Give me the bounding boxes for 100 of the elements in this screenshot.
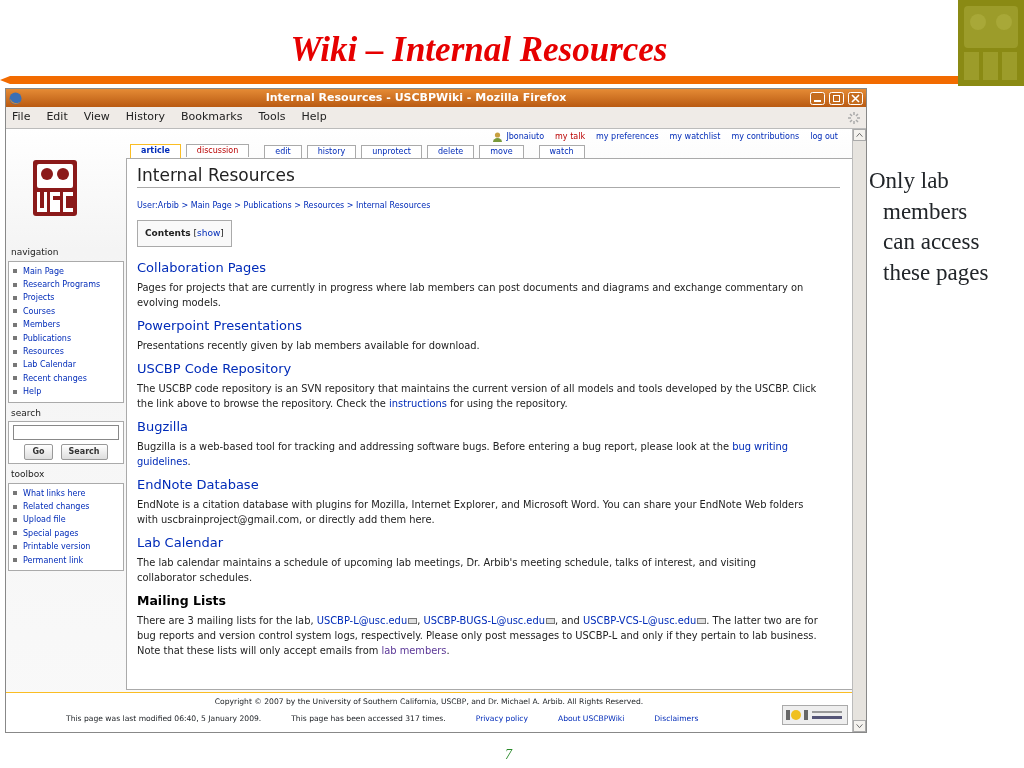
portlet-heading: toolbox — [11, 468, 46, 482]
breadcrumb-link[interactable]: User:Arbib — [137, 201, 179, 210]
personal-link[interactable]: log out — [810, 131, 838, 143]
email-link[interactable]: USCBP-L@usc.edu — [316, 615, 418, 626]
mediawiki-badge-icon[interactable] — [782, 705, 848, 725]
sidebar-link[interactable]: Permanent link — [23, 553, 84, 567]
close-icon[interactable] — [848, 91, 863, 105]
personal-link[interactable]: my preferences — [596, 131, 659, 143]
bullet-icon — [13, 336, 17, 341]
logo-icon — [958, 0, 1024, 86]
slide-title: Wiki – Internal Resources — [289, 29, 669, 67]
section-heading-link[interactable]: USCBP Code Repository — [137, 359, 840, 379]
menu-item[interactable]: Tools — [258, 109, 286, 126]
scroll-up-icon[interactable] — [853, 129, 866, 141]
go-button[interactable]: Go — [24, 444, 53, 461]
sidebar-link[interactable]: Recent changes — [23, 371, 87, 386]
tab[interactable]: history — [306, 145, 357, 158]
sidebar-link[interactable]: Upload file — [23, 513, 66, 527]
user-link[interactable]: Jbonaiuto — [506, 131, 545, 143]
breadcrumb-link[interactable]: Main Page — [190, 201, 232, 210]
bullet-icon — [13, 504, 17, 509]
bullet-icon — [13, 309, 17, 314]
breadcrumb-link[interactable]: Internal Resources — [356, 201, 431, 210]
menu-item[interactable]: Help — [301, 109, 327, 126]
mail-icon — [546, 618, 555, 624]
tab[interactable]: discussion — [185, 144, 250, 157]
menu-item[interactable]: Bookmarks — [181, 109, 243, 126]
bullet-icon — [13, 296, 17, 300]
search-field[interactable] — [13, 425, 119, 441]
menu-item[interactable]: Edit — [46, 109, 68, 126]
menu-item[interactable]: History — [125, 109, 165, 126]
usc-logo-icon[interactable] — [33, 160, 77, 216]
sidebar-link[interactable]: What links here — [23, 486, 86, 500]
section-heading: Mailing Lists — [137, 592, 228, 610]
talk-link[interactable]: my talk — [555, 131, 586, 143]
sidebar-link[interactable]: Special pages — [23, 526, 79, 541]
menu-item[interactable]: View — [83, 109, 110, 126]
paragraph: Pages for projects that are currently in progress where lab members can post documents and diagrams and exchange commentary on evolving models. — [137, 281, 805, 310]
bullet-icon — [13, 269, 17, 274]
sidebar-link[interactable]: Related changes — [23, 499, 90, 514]
tab[interactable]: article — [130, 144, 181, 158]
paragraph: The lab calendar maintains a schedule of upcoming lab meetings, Dr. Arbib's meeting schedule, talks of interest, and visiting collaborator schedules. — [137, 556, 757, 585]
breadcrumb-link[interactable]: Resources — [303, 201, 345, 210]
sidebar-link[interactable]: Main Page — [23, 264, 64, 278]
maximize-icon[interactable] — [829, 91, 844, 105]
text-link[interactable]: lab members — [381, 645, 447, 656]
paragraph: The USCBP code repository is an SVN repository that maintains the current version of all models and tools developed by the USCBP. Click the link above to browse the repository. Check the instructions for using the repository. — [137, 382, 818, 411]
text-link[interactable]: bug writing — [732, 441, 789, 452]
section-heading-link[interactable]: EndNote Database — [137, 475, 840, 495]
firefox-icon — [9, 91, 22, 105]
tab[interactable]: edit — [264, 145, 302, 158]
slide-note: Only lab members can access these pages — [869, 167, 990, 287]
paragraph: Bugzilla is a web-based tool for tracking and addressing software bugs. Before entering a bug report, please look at the bug writing guidelines. — [137, 440, 790, 469]
bullet-icon — [13, 389, 17, 394]
bullet-icon — [13, 376, 17, 381]
text-link[interactable]: guidelines — [137, 456, 188, 467]
scroll-down-icon[interactable] — [853, 720, 866, 732]
text-link[interactable]: instructions — [389, 398, 447, 409]
email-link[interactable]: USCBP-VCS-L@usc.edu — [583, 615, 707, 626]
tab[interactable]: delete — [427, 145, 475, 158]
breadcrumb-link[interactable]: Publications — [243, 201, 292, 210]
bullet-icon — [13, 363, 17, 368]
portlet-heading: search — [11, 406, 42, 420]
minimize-icon[interactable] — [810, 91, 825, 105]
bullet-icon — [13, 558, 17, 563]
tab[interactable]: unprotect — [361, 145, 422, 158]
tab[interactable]: watch — [538, 145, 585, 158]
sidebar-link[interactable]: Publications — [23, 331, 72, 345]
tab[interactable]: move — [479, 145, 524, 158]
sidebar-link[interactable]: Courses — [23, 304, 56, 319]
throbber-icon — [848, 111, 860, 124]
sidebar-link[interactable]: Members — [23, 318, 61, 332]
email-link[interactable]: USCBP-BUGS-L@usc.edu — [423, 615, 555, 626]
scrollbar[interactable] — [852, 129, 866, 732]
bullet-icon — [13, 544, 17, 549]
search-button[interactable]: Search — [60, 444, 108, 461]
portlet-heading: navigation — [11, 246, 60, 259]
sidebar-link[interactable]: Printable version — [23, 540, 91, 554]
personal-link[interactable]: my watchlist — [669, 131, 721, 143]
breadcrumb: User:Arbib > Main Page > Publications > Resources > Internal Resources — [137, 200, 432, 212]
section-heading-link[interactable]: Powerpoint Presentations — [137, 316, 840, 336]
bullet-icon — [13, 531, 17, 536]
contents-heading: Contents — [145, 228, 191, 238]
section-heading-link[interactable]: Lab Calendar — [137, 533, 840, 553]
sidebar-link[interactable]: Lab Calendar — [23, 358, 76, 372]
window-title: Internal Resources - USCBPWiki - Mozilla Firefox — [264, 89, 568, 106]
sidebar-link[interactable]: Help — [23, 385, 42, 399]
section-heading-link[interactable]: Bugzilla — [137, 417, 840, 437]
sidebar-link[interactable]: Research Programs — [23, 277, 101, 292]
toc-toggle: [show] — [190, 228, 224, 238]
menu-item[interactable]: File — [12, 109, 31, 126]
section-heading-link[interactable]: Collaboration Pages — [137, 258, 840, 278]
mail-icon — [697, 618, 707, 624]
sidebar-link[interactable]: Projects — [23, 291, 55, 305]
sidebar-link[interactable]: Resources — [23, 344, 64, 359]
personal-link[interactable]: my contributions — [731, 131, 800, 143]
mail-icon — [408, 618, 418, 624]
user-icon — [493, 132, 503, 142]
bullet-icon — [13, 349, 17, 354]
bullet-icon — [13, 491, 17, 496]
